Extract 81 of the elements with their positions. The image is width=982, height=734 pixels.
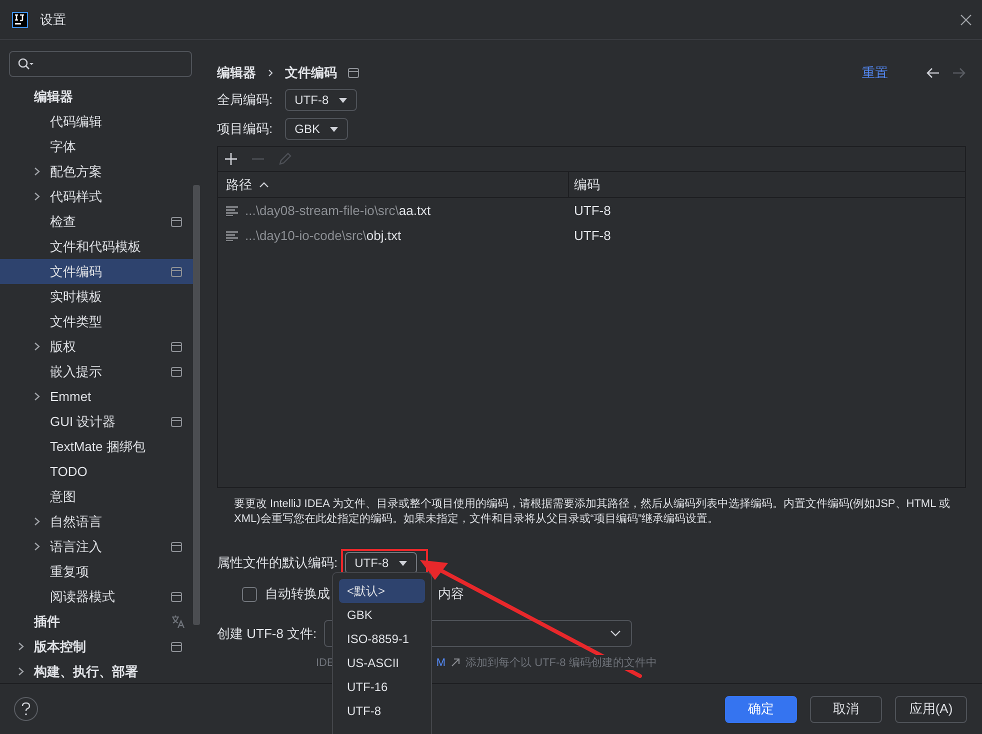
table-cell: ...\day10-io-code\src\obj.txt	[245, 228, 402, 243]
description-text: 要更改 IntelliJ IDEA 为文件、目录或整个项目使用的编码，请根据需要添加其路径，然后从编码列表中选择编码。内置文件编码(例如JSP、HTML 或 XML)会重写您在此处指定的编码。如果未指定，文件和目录将从父目录或“项目编码”继承编码设置。	[234, 497, 951, 527]
field-label: 属性文件的默认编码:	[217, 554, 338, 572]
encoding-dropdown[interactable]: UTF-8	[284, 89, 357, 111]
field-label: 全局编码:	[217, 91, 273, 109]
chevron-right-icon[interactable]	[18, 667, 24, 676]
search-field[interactable]	[9, 51, 192, 77]
dialog-button[interactable]: 应用(A)	[895, 696, 967, 722]
app-logo-icon	[12, 12, 28, 28]
sidebar-item[interactable]: 文件类型	[0, 309, 193, 334]
caret-icon	[338, 96, 348, 104]
field-label: 项目编码:	[217, 120, 273, 138]
dropdown-option[interactable]: <默认>	[339, 579, 425, 603]
sidebar-item[interactable]: TextMate 捆绑包	[0, 434, 193, 459]
dropdown-option[interactable]: UTF-8	[339, 699, 425, 723]
external-link-icon	[450, 658, 460, 667]
sidebar-item[interactable]: 检查	[0, 209, 193, 234]
sidebar-item[interactable]: 文件编码	[0, 259, 193, 284]
sidebar-item[interactable]: 阅读器模式	[0, 584, 193, 609]
window-title: 设置	[40, 10, 66, 28]
table-cell: UTF-8	[574, 203, 611, 218]
text-file-icon	[226, 230, 238, 240]
sidebar-item[interactable]: 编辑器	[0, 84, 193, 109]
sidebar-item[interactable]: 语言注入	[0, 534, 193, 559]
chevron-down-icon	[610, 630, 621, 637]
dialog-button[interactable]: 确定	[725, 696, 797, 722]
hint-text: 添加到每个以 UTF-8 编码创建的文件中	[466, 655, 657, 670]
add-icon[interactable]	[224, 152, 238, 166]
search-icon	[18, 58, 34, 70]
chevron-right-icon[interactable]	[34, 517, 40, 526]
sidebar-item[interactable]: 字体	[0, 134, 193, 159]
chevron-right-icon	[268, 69, 273, 77]
sidebar-item[interactable]: 文件和代码模板	[0, 234, 193, 259]
field-label: 创建 UTF-8 文件:	[217, 624, 317, 642]
chevron-right-icon[interactable]	[34, 392, 40, 401]
column-header[interactable]: 编码	[569, 172, 965, 197]
sidebar-item[interactable]: 自然语言	[0, 509, 193, 534]
dropdown-option[interactable]: ISO-8859-1	[339, 627, 425, 651]
sidebar-item[interactable]: 版权	[0, 334, 193, 359]
breadcrumb-item: 文件编码	[285, 64, 337, 82]
help-button[interactable]	[14, 697, 38, 721]
breadcrumb-item[interactable]: 编辑器	[217, 64, 256, 82]
checkbox-label[interactable]: 自动转换成	[265, 585, 330, 603]
chevron-right-icon[interactable]	[34, 192, 40, 201]
checkbox-label[interactable]: 内容	[438, 585, 464, 603]
chevron-right-icon[interactable]	[34, 167, 40, 176]
sidebar-item[interactable]: Emmet	[0, 384, 193, 409]
sidebar-item[interactable]: 配色方案	[0, 159, 193, 184]
reset-link[interactable]: 重置	[862, 64, 888, 82]
sidebar-item[interactable]: 实时模板	[0, 284, 193, 309]
chevron-right-icon[interactable]	[34, 342, 40, 351]
sidebar-item[interactable]: GUI 设计器	[0, 409, 193, 434]
sidebar-item[interactable]: 插件	[0, 609, 193, 634]
scrollbar[interactable]	[193, 185, 200, 625]
sidebar-item[interactable]: 意图	[0, 484, 193, 509]
sidebar-item[interactable]: 嵌入提示	[0, 359, 193, 384]
chevron-right-icon[interactable]	[34, 542, 40, 551]
chevron-right-icon[interactable]	[18, 642, 24, 651]
sidebar-item[interactable]: 构建、执行、部署	[0, 659, 193, 683]
caret-icon	[328, 126, 339, 132]
back-arrow-icon[interactable]	[926, 67, 940, 79]
window-icon	[348, 68, 359, 78]
sidebar-item[interactable]: 代码样式	[0, 184, 193, 209]
hint-link[interactable]: M	[436, 656, 446, 668]
dropdown-option[interactable]: UTF-16	[339, 675, 425, 699]
sidebar-item[interactable]: TODO	[0, 459, 193, 484]
text-file-icon	[226, 206, 238, 216]
table-cell: ...\day08-stream-file-io\src\aa.txt	[245, 203, 431, 218]
dropdown-option[interactable]: GBK	[339, 603, 425, 627]
dialog-button[interactable]: 取消	[810, 696, 882, 722]
sidebar-item[interactable]: 重复项	[0, 559, 193, 584]
help-icon	[21, 702, 31, 716]
column-header[interactable]: 路径	[218, 172, 569, 197]
sidebar-item[interactable]: 版本控制	[0, 634, 193, 659]
caret-icon	[398, 560, 408, 566]
encoding-dropdown[interactable]: GBK	[284, 118, 348, 140]
checkbox[interactable]	[242, 586, 257, 602]
sidebar-item[interactable]: 代码编辑	[0, 109, 193, 134]
close-icon[interactable]	[960, 14, 972, 26]
dropdown-option[interactable]: US-ASCII	[339, 651, 425, 675]
table-cell: UTF-8	[574, 228, 611, 243]
